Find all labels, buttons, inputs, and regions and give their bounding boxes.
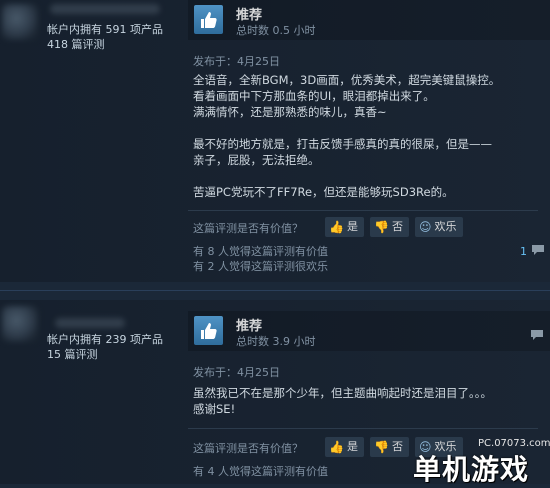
smiley-icon: ☺ (419, 220, 432, 234)
found-helpful: 有 4 人觉得这篇评测有价值 (193, 465, 328, 478)
comment-count-value: 1 (520, 245, 527, 258)
review-body: 虽然我已不在是那个少年，但主题曲响起时还是泪目了。。。 感谢SE! (193, 386, 492, 416)
helpful-question: 这篇评测是否有价值？ (193, 222, 303, 235)
comment-icon (531, 244, 545, 259)
divider (188, 210, 538, 211)
helpful-counts: 有 8 人觉得这篇评测有价值 有 2 人觉得这篇评测很欢乐 (193, 244, 328, 274)
vote-yes-button[interactable]: 👍 是 (325, 217, 364, 237)
recommendation-label: 推荐 (236, 8, 263, 23)
playtime: 总时数 0.5 小时 (236, 24, 316, 37)
thumbs-down-icon: 👎 (374, 220, 389, 234)
recommendation-header[interactable]: 推荐 总时数 0.5 小时 (188, 0, 550, 40)
comment-icon[interactable] (530, 329, 544, 345)
review-card: 帐户内拥有 591 项产品 418 篇评测 推荐 总时数 0.5 小时 发布于：… (0, 0, 550, 282)
recommendation-label: 推荐 (236, 319, 263, 334)
thumbs-up-icon (194, 5, 223, 34)
review-separator (0, 282, 550, 300)
vote-no-button[interactable]: 👎 否 (370, 217, 409, 237)
thumbs-down-icon: 👎 (374, 440, 389, 454)
vote-no-label: 否 (391, 440, 403, 453)
divider (188, 428, 538, 429)
found-helpful: 有 8 人觉得这篇评测有价值 (193, 245, 328, 258)
vote-no-button[interactable]: 👎 否 (370, 437, 409, 457)
vote-yes-label: 是 (346, 220, 358, 233)
helpful-question: 这篇评测是否有价值？ (193, 442, 303, 455)
vote-yes-button[interactable]: 👍 是 (325, 437, 364, 457)
found-funny: 有 2 人觉得这篇评测很欢乐 (193, 260, 328, 273)
playtime: 总时数 3.9 小时 (236, 335, 316, 348)
review-body: 全语音，全新BGM，3D画面，优秀美术，超完美键鼠操控。 看着画面中下方那血条的… (193, 73, 501, 199)
vote-no-label: 否 (391, 220, 403, 233)
thumbs-up-icon: 👍 (329, 220, 344, 234)
review-count[interactable]: 418 篇评测 (47, 37, 163, 52)
avatar[interactable] (2, 306, 38, 342)
thumbs-up-icon (194, 316, 223, 345)
avatar[interactable] (2, 4, 38, 40)
author-stats: 帐户内拥有 239 项产品 15 篇评测 (47, 332, 163, 362)
comment-count[interactable]: 1 (520, 244, 545, 259)
products-owned[interactable]: 帐户内拥有 591 项产品 (47, 22, 163, 37)
products-owned[interactable]: 帐户内拥有 239 项产品 (47, 332, 163, 347)
author-name-blurred[interactable] (55, 318, 125, 328)
author-name-blurred[interactable] (50, 4, 160, 14)
posted-date: 发布于：4月25日 (193, 366, 280, 379)
review-count[interactable]: 15 篇评测 (47, 347, 163, 362)
thumbs-up-icon: 👍 (329, 440, 344, 454)
watermark-logo: 单机游戏 (413, 453, 530, 486)
vote-yes-label: 是 (346, 440, 358, 453)
vote-funny-label: 欢乐 (434, 220, 457, 233)
helpful-counts: 有 4 人觉得这篇评测有价值 (193, 464, 328, 479)
posted-date: 发布于：4月25日 (193, 55, 280, 68)
recommendation-header[interactable]: 推荐 总时数 3.9 小时 (188, 311, 550, 351)
author-stats: 帐户内拥有 591 项产品 418 篇评测 (47, 22, 163, 52)
vote-funny-button[interactable]: ☺ 欢乐 (415, 217, 463, 237)
